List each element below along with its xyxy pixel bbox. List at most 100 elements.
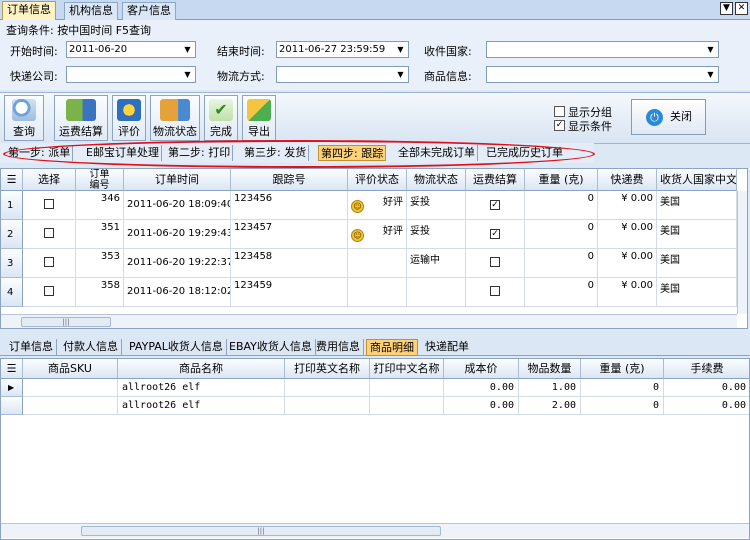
order-cell-checked[interactable] bbox=[23, 249, 76, 278]
grid-menu-icon[interactable]: ☰ bbox=[1, 359, 23, 379]
col-sku[interactable]: 商品SKU bbox=[23, 359, 118, 379]
select-checkbox[interactable] bbox=[44, 257, 54, 267]
order-cell-checked[interactable] bbox=[23, 278, 76, 307]
col-select[interactable]: 选择 bbox=[23, 169, 76, 191]
dtab-paypal[interactable]: PAYPAL收货人信息 bbox=[126, 339, 227, 356]
tab-org-info[interactable]: 机构信息 bbox=[64, 2, 118, 20]
orders-hscrollbar[interactable]: ||| bbox=[1, 314, 737, 328]
col-weight[interactable]: 重量 (克) bbox=[525, 169, 598, 191]
dtab-ebay[interactable]: EBAY收货人信息 bbox=[226, 339, 316, 356]
dtab-fees[interactable]: 费用信息 bbox=[313, 339, 364, 356]
query-button[interactable]: 查询 bbox=[4, 95, 44, 141]
rating-button[interactable]: 评价 bbox=[112, 95, 146, 141]
col-qty[interactable]: 物品数量 bbox=[519, 359, 581, 379]
col-handling-fee[interactable]: 手续费 bbox=[664, 359, 749, 379]
dropdown-arrow-icon: ▼ bbox=[397, 70, 404, 79]
show-condition-checkbox[interactable]: ✓ bbox=[554, 120, 565, 131]
order-cell-logistics: 妥投 bbox=[407, 220, 466, 249]
col-rating[interactable]: 评价状态 bbox=[348, 169, 407, 191]
order-value-id: 353 bbox=[100, 251, 120, 262]
order-value-time: 2011-06-20 18:09:40 bbox=[127, 199, 231, 210]
row-header[interactable]: 3 bbox=[1, 249, 23, 278]
order-cell-freight[interactable]: ✓ bbox=[466, 191, 525, 220]
country-label: 收件国家: bbox=[424, 45, 472, 58]
select-checkbox[interactable] bbox=[44, 286, 54, 296]
order-cell-id: 353 bbox=[76, 249, 124, 278]
end-time-select[interactable]: 2011-06-27 23:59:59 ▼ bbox=[276, 41, 409, 58]
order-cell-freight[interactable] bbox=[466, 249, 525, 278]
orders-vscrollbar[interactable] bbox=[737, 191, 747, 314]
dtab-courier[interactable]: 快递配单 bbox=[422, 339, 472, 356]
tab-customer-info[interactable]: 客户信息 bbox=[122, 2, 176, 20]
order-cell-fee: ¥ 0.00 bbox=[598, 278, 657, 307]
freight-checkbox[interactable]: ✓ bbox=[490, 229, 500, 239]
col-freight[interactable]: 运费结算 bbox=[466, 169, 525, 191]
product-select[interactable]: ▼ bbox=[486, 66, 719, 83]
logistics-status-button[interactable]: 物流状态 bbox=[150, 95, 200, 141]
col-item-weight[interactable]: 重量 (克) bbox=[581, 359, 664, 379]
order-cell-time: 2011-06-20 18:12:02 bbox=[124, 278, 231, 307]
col-cost[interactable]: 成本价 bbox=[444, 359, 519, 379]
highlight-oval bbox=[3, 140, 595, 168]
order-cell-id: 358 bbox=[76, 278, 124, 307]
show-group-checkbox[interactable] bbox=[554, 106, 565, 117]
col-tracking[interactable]: 跟踪号 bbox=[231, 169, 348, 191]
order-value-weight: 0 bbox=[587, 193, 594, 204]
freight-checkbox[interactable]: ✓ bbox=[490, 200, 500, 210]
dtab-payer[interactable]: 付款人信息 bbox=[60, 339, 122, 356]
select-checkbox[interactable] bbox=[44, 228, 54, 238]
start-time-select[interactable]: 2011-06-20 ▼ bbox=[66, 41, 196, 58]
order-value-id: 358 bbox=[100, 280, 120, 291]
order-cell-freight[interactable] bbox=[466, 278, 525, 307]
scroll-thumb[interactable]: ||| bbox=[81, 526, 441, 536]
row-header[interactable]: ▶ bbox=[1, 379, 23, 397]
order-cell-logistics bbox=[407, 278, 466, 307]
dtab-items[interactable]: 商品明细 bbox=[366, 339, 418, 356]
freight-checkbox[interactable] bbox=[490, 257, 500, 267]
col-fee[interactable]: 快递费 bbox=[598, 169, 657, 191]
order-value-id: 351 bbox=[100, 222, 120, 233]
dropdown-arrow-icon: ▼ bbox=[707, 70, 714, 79]
logistics-status-label: 物流状态 bbox=[153, 125, 197, 138]
col-product-name[interactable]: 商品名称 bbox=[118, 359, 285, 379]
item-cell-name: allroot26 elf bbox=[118, 379, 285, 397]
freight-settle-button[interactable]: 运费结算 bbox=[54, 95, 108, 141]
main-tab-bar: 订单信息 机构信息 客户信息 ▼ ✕ bbox=[0, 0, 750, 20]
items-hscrollbar[interactable]: ||| bbox=[1, 523, 749, 538]
item-cell-weight: 0 bbox=[581, 379, 664, 397]
tab-order-info[interactable]: 订单信息 bbox=[2, 1, 56, 20]
order-cell-checked[interactable] bbox=[23, 220, 76, 249]
order-cell-freight[interactable]: ✓ bbox=[466, 220, 525, 249]
freight-settle-label: 运费结算 bbox=[59, 125, 103, 138]
window-close-icon[interactable]: ✕ bbox=[735, 2, 748, 15]
dropdown-arrow-icon: ▼ bbox=[397, 45, 404, 54]
order-value-tracking: 123456 bbox=[234, 193, 273, 204]
country-select[interactable]: ▼ bbox=[486, 41, 719, 58]
col-print-en[interactable]: 打印英文名称 bbox=[285, 359, 370, 379]
grid-menu-icon[interactable]: ☰ bbox=[1, 169, 23, 191]
complete-button[interactable]: ✔ 完成 bbox=[204, 95, 238, 141]
col-logistics[interactable]: 物流状态 bbox=[407, 169, 466, 191]
col-print-cn[interactable]: 打印中文名称 bbox=[370, 359, 444, 379]
freight-checkbox[interactable] bbox=[490, 286, 500, 296]
col-country[interactable]: 收货人国家中文 bbox=[657, 169, 737, 191]
select-checkbox[interactable] bbox=[44, 199, 54, 209]
row-header[interactable] bbox=[1, 397, 23, 415]
dtab-order-info[interactable]: 订单信息 bbox=[6, 339, 57, 356]
order-value-logistics: 妥投 bbox=[410, 197, 430, 208]
row-header[interactable]: 1 bbox=[1, 191, 23, 220]
export-button[interactable]: 导出 bbox=[242, 95, 276, 141]
close-button[interactable]: ⏻ 关闭 bbox=[631, 99, 706, 135]
row-header[interactable]: 2 bbox=[1, 220, 23, 249]
order-value-weight: 0 bbox=[587, 251, 594, 262]
logistics-select[interactable]: ▼ bbox=[276, 66, 409, 83]
order-value-tracking: 123458 bbox=[234, 251, 273, 262]
col-order-time[interactable]: 订单时间 bbox=[124, 169, 231, 191]
scroll-thumb[interactable]: ||| bbox=[21, 317, 111, 327]
item-cell-print_en bbox=[285, 397, 370, 415]
col-order-id[interactable]: 订单 编号 bbox=[76, 169, 124, 191]
order-cell-checked[interactable] bbox=[23, 191, 76, 220]
courier-select[interactable]: ▼ bbox=[66, 66, 196, 83]
window-menu-icon[interactable]: ▼ bbox=[720, 2, 733, 15]
row-header[interactable]: 4 bbox=[1, 278, 23, 307]
